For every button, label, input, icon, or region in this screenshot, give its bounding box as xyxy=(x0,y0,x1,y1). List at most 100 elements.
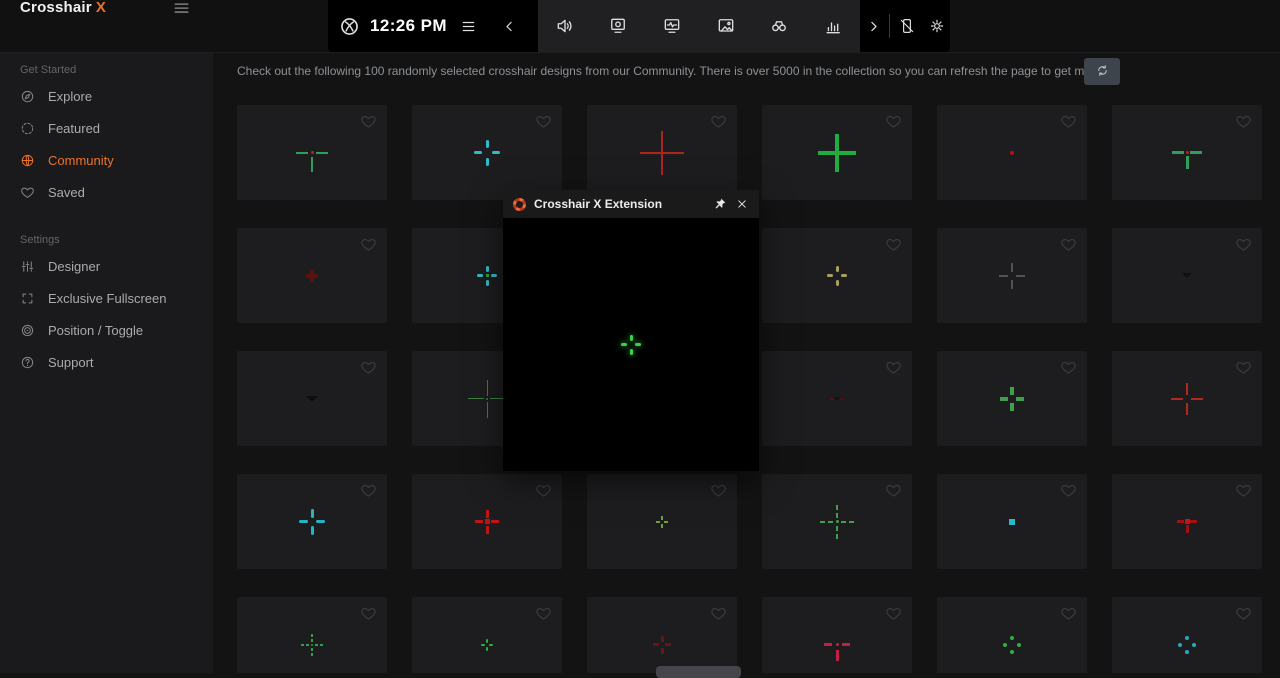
extension-window[interactable]: Crosshair X Extension xyxy=(503,190,759,471)
crosshair-card[interactable] xyxy=(937,105,1087,200)
mobile-off-icon[interactable] xyxy=(898,17,916,35)
globe-icon xyxy=(20,153,35,168)
favorite-heart-icon[interactable] xyxy=(1235,113,1252,130)
crosshair-card[interactable] xyxy=(1112,105,1262,200)
sidebar-item-saved[interactable]: Saved xyxy=(0,176,213,208)
performance-icon[interactable] xyxy=(662,16,682,36)
sidebar-item-label: Support xyxy=(48,355,94,370)
crosshair-card[interactable] xyxy=(237,597,387,673)
favorite-heart-icon[interactable] xyxy=(1235,482,1252,499)
gallery-icon[interactable] xyxy=(716,16,736,36)
sidebar-item-exclusive-fullscreen[interactable]: Exclusive Fullscreen xyxy=(0,282,213,314)
crosshair-card[interactable] xyxy=(937,351,1087,446)
favorite-heart-icon[interactable] xyxy=(535,482,552,499)
favorite-heart-icon[interactable] xyxy=(535,605,552,622)
crosshair-card[interactable] xyxy=(1112,228,1262,323)
favorite-heart-icon[interactable] xyxy=(360,359,377,376)
favorite-heart-icon[interactable] xyxy=(535,113,552,130)
favorite-heart-icon[interactable] xyxy=(885,359,902,376)
compass-icon xyxy=(20,89,35,104)
crosshair-card[interactable] xyxy=(762,105,912,200)
gamebar-left-section: 12:26 PM xyxy=(328,0,538,52)
sidebar-item-label: Explore xyxy=(48,89,92,104)
crosshair-card[interactable] xyxy=(1112,351,1262,446)
favorite-heart-icon[interactable] xyxy=(1060,482,1077,499)
brand-accent: X xyxy=(96,0,106,16)
favorite-heart-icon[interactable] xyxy=(885,482,902,499)
resources-icon[interactable] xyxy=(823,16,843,36)
audio-icon[interactable] xyxy=(555,16,575,36)
crosshair-card[interactable] xyxy=(937,474,1087,569)
favorite-heart-icon[interactable] xyxy=(710,605,727,622)
extension-preview-area xyxy=(503,218,759,471)
gear-icon[interactable] xyxy=(928,17,946,35)
gamebar-right-section xyxy=(860,0,950,52)
heart-icon xyxy=(20,185,35,200)
close-icon[interactable] xyxy=(735,197,749,211)
sidebar: Get Started Explore Featured CommunitySaved… xyxy=(0,52,213,673)
extension-titlebar[interactable]: Crosshair X Extension xyxy=(503,190,759,218)
crosshair-card[interactable] xyxy=(937,228,1087,323)
favorite-heart-icon[interactable] xyxy=(360,236,377,253)
sidebar-item-community[interactable]: Community xyxy=(0,144,213,176)
crosshair-card[interactable] xyxy=(762,228,912,323)
favorite-heart-icon[interactable] xyxy=(710,113,727,130)
hamburger-menu-icon[interactable] xyxy=(172,0,191,18)
sidebar-item-label: Featured xyxy=(48,121,100,136)
favorite-heart-icon[interactable] xyxy=(1060,605,1077,622)
scrollbar-thumb[interactable] xyxy=(656,666,741,678)
favorite-heart-icon[interactable] xyxy=(885,236,902,253)
crosshair-card[interactable] xyxy=(587,105,737,200)
refresh-button[interactable] xyxy=(1084,58,1120,85)
sidebar-item-label: Position / Toggle xyxy=(48,323,143,338)
capture-icon[interactable] xyxy=(608,16,628,36)
help-icon xyxy=(20,355,35,370)
widget-menu-icon[interactable] xyxy=(459,17,478,36)
chevron-right-icon[interactable] xyxy=(866,19,881,34)
xbox-logo-icon[interactable] xyxy=(339,16,360,37)
crosshair-card[interactable] xyxy=(587,597,737,673)
crosshair-card[interactable] xyxy=(587,474,737,569)
sidebar-item-position-toggle[interactable]: Position / Toggle xyxy=(0,314,213,346)
favorite-heart-icon[interactable] xyxy=(885,113,902,130)
favorite-heart-icon[interactable] xyxy=(1235,605,1252,622)
crosshair-card[interactable] xyxy=(237,228,387,323)
crosshair-card[interactable] xyxy=(237,474,387,569)
favorite-heart-icon[interactable] xyxy=(360,482,377,499)
crosshair-card[interactable] xyxy=(237,351,387,446)
chevron-left-icon[interactable] xyxy=(502,19,517,34)
favorite-heart-icon[interactable] xyxy=(1235,236,1252,253)
favorite-heart-icon[interactable] xyxy=(1060,236,1077,253)
favorite-heart-icon[interactable] xyxy=(360,605,377,622)
sidebar-item-support[interactable]: Support xyxy=(0,346,213,378)
crosshair-card[interactable] xyxy=(237,105,387,200)
crosshair-card[interactable] xyxy=(762,597,912,673)
target-icon xyxy=(20,323,35,338)
crosshair-card[interactable] xyxy=(412,474,562,569)
extension-window-title: Crosshair X Extension xyxy=(534,197,705,211)
favorite-heart-icon[interactable] xyxy=(1235,359,1252,376)
gamebar-widget-buttons xyxy=(538,0,860,52)
crosshair-card[interactable] xyxy=(412,597,562,673)
favorite-heart-icon[interactable] xyxy=(710,482,727,499)
crosshair-card[interactable] xyxy=(762,351,912,446)
crosshair-card[interactable] xyxy=(412,105,562,200)
divider xyxy=(889,14,890,38)
pin-icon[interactable] xyxy=(713,197,727,211)
crosshair-card[interactable] xyxy=(1112,597,1262,673)
sidebar-item-featured[interactable]: Featured xyxy=(0,112,213,144)
crosshair-card[interactable] xyxy=(937,597,1087,673)
crosshair-card[interactable] xyxy=(762,474,912,569)
favorite-heart-icon[interactable] xyxy=(885,605,902,622)
favorite-heart-icon[interactable] xyxy=(1060,359,1077,376)
favorite-heart-icon[interactable] xyxy=(360,113,377,130)
community-description: Check out the following 100 randomly sel… xyxy=(237,64,1105,78)
fullscreen-icon xyxy=(20,291,35,306)
sidebar-item-designer[interactable]: Designer xyxy=(0,250,213,282)
crosshair-x-logo-icon xyxy=(513,198,526,211)
looking-for-group-icon[interactable] xyxy=(769,16,789,36)
favorite-heart-icon[interactable] xyxy=(1060,113,1077,130)
sidebar-section-label: Get Started xyxy=(20,60,213,80)
sidebar-item-explore[interactable]: Explore xyxy=(0,80,213,112)
crosshair-card[interactable] xyxy=(1112,474,1262,569)
